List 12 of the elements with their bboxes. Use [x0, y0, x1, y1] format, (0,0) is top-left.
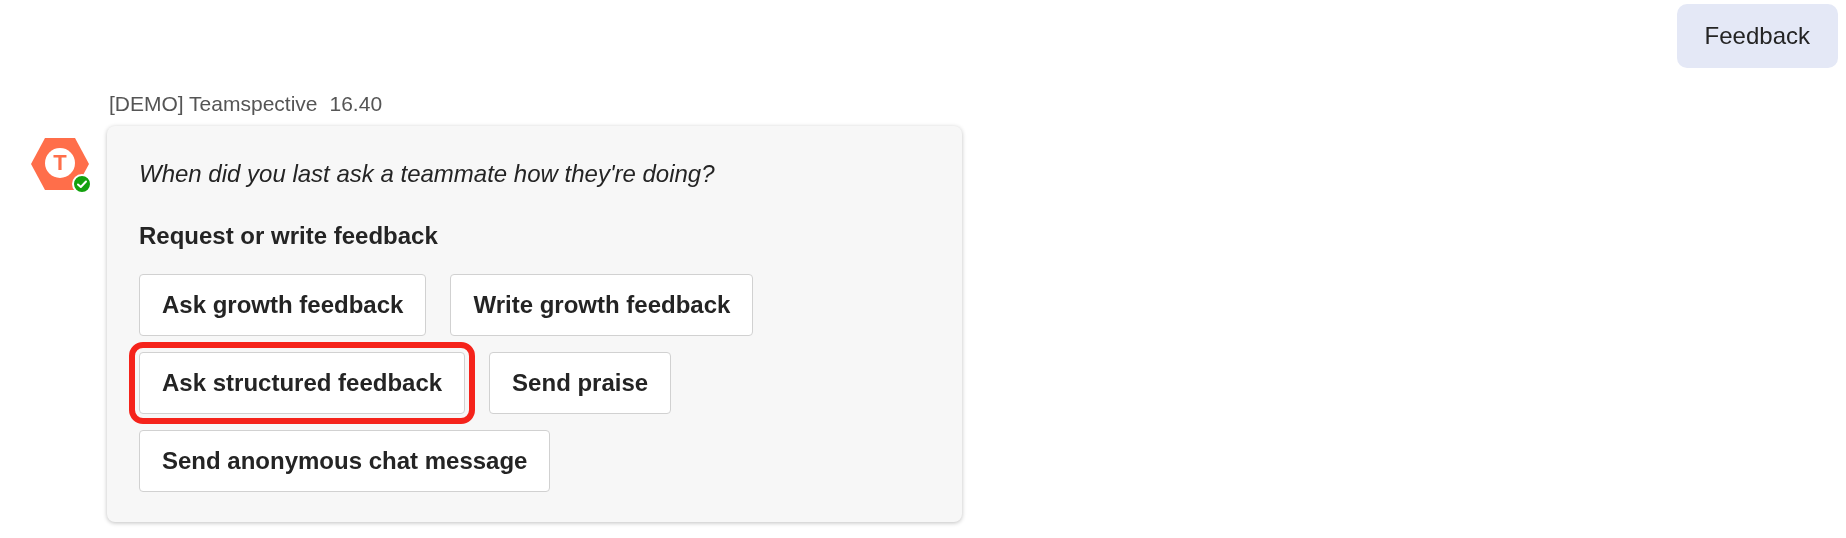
action-button[interactable]: Write growth feedback: [450, 274, 754, 336]
avatar-letter: T: [53, 152, 67, 174]
card-heading: Request or write feedback: [139, 222, 439, 250]
action-button[interactable]: Ask growth feedback: [139, 274, 427, 336]
action-button[interactable]: Send praise: [489, 352, 672, 414]
sent-message-bubble: Feedback: [1676, 4, 1838, 68]
sender-name: [DEMO] Teamspective: [109, 92, 318, 116]
action-button[interactable]: Send anonymous chat message: [139, 430, 551, 492]
prompt-text: When did you last ask a teammate how they're doing?: [139, 160, 716, 188]
hexagon-logo-icon: [30, 136, 90, 192]
message-time: 16.40: [329, 92, 383, 116]
action-button[interactable]: Ask structured feedback: [139, 352, 466, 414]
